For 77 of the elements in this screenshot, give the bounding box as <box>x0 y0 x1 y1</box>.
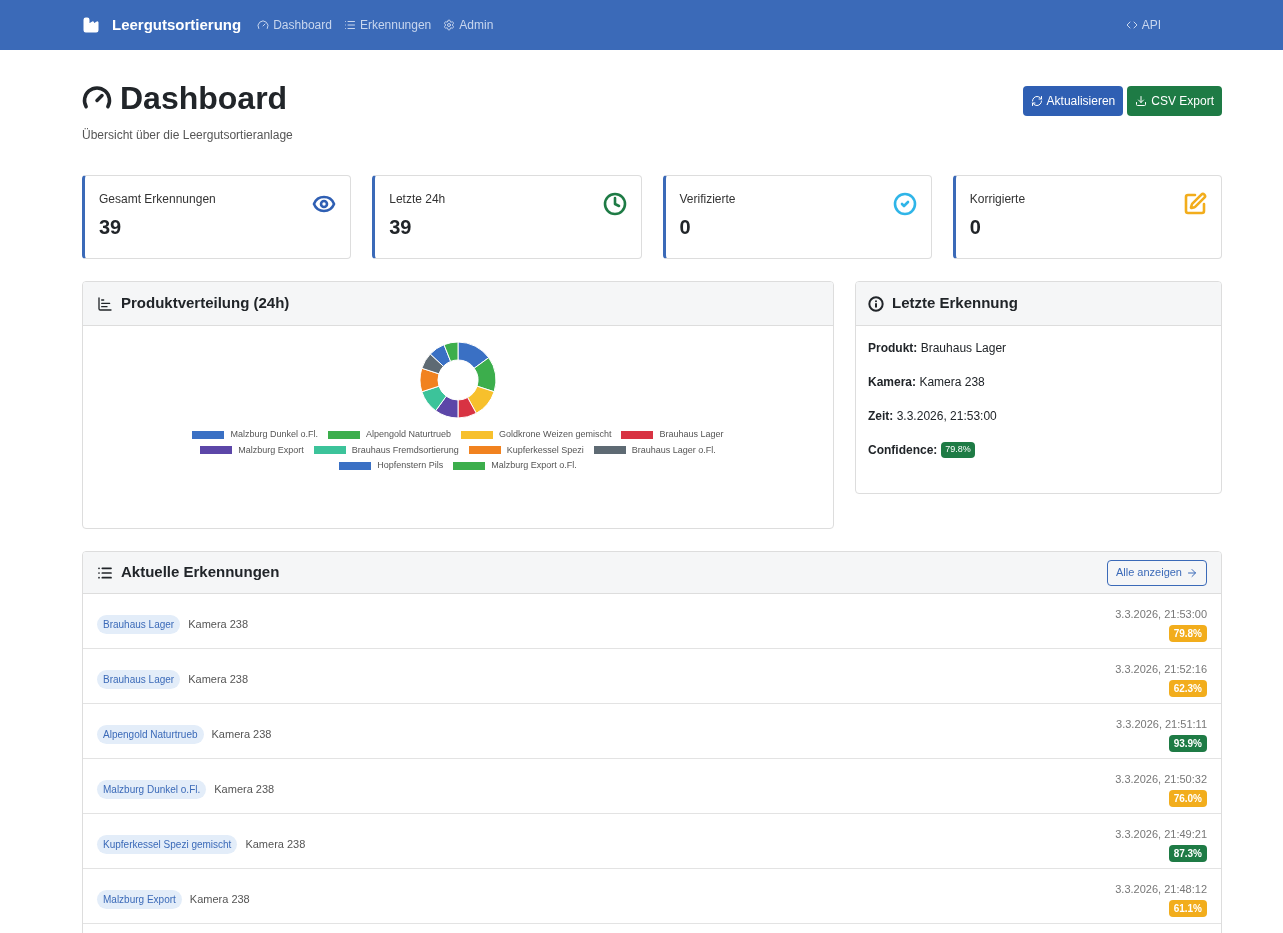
gear-icon <box>443 19 456 31</box>
stat-value: 39 <box>389 215 413 240</box>
timestamp: 3.3.2026, 21:49:21 <box>1115 827 1207 843</box>
detail-line: Kamera: Kamera 238 <box>868 374 986 391</box>
timestamp: 3.3.2026, 21:51:11 <box>1116 717 1207 733</box>
stat-label: Korrigierte <box>969 191 1026 208</box>
confidence-badge: 79.8% <box>941 442 975 458</box>
product-tag: Alpengold Naturtrueb <box>97 724 204 744</box>
legend-label: Malzburg Export <box>238 443 304 457</box>
detection-row[interactable]: Malzburg Export Kamera 238 3.3.2026, 21:48:12 61.1% <box>83 869 1221 924</box>
stat-label: Letzte 24h <box>389 191 446 208</box>
info-icon <box>868 295 884 312</box>
camera-text: Kamera 238 <box>188 671 249 687</box>
page-subtitle: Übersicht über die Leergutsortieranlage <box>82 127 293 144</box>
camera-text: Kamera 238 <box>189 891 250 907</box>
card-title: Aktuelle Erkennungen <box>121 562 280 583</box>
code-icon <box>1125 19 1138 31</box>
legend-label: Brauhaus Fremdsortierung <box>351 443 459 457</box>
legend-label: Brauhaus Lager o.Fl. <box>631 443 716 457</box>
nav-link[interactable]: Admin <box>443 16 494 34</box>
detection-row[interactable]: Kupferkessel Spezi gemischt Kamera 238 3.3.2026, 21:49:21 87.3% <box>83 814 1221 869</box>
nav-link[interactable]: Dashboard <box>257 16 332 34</box>
stat-label: Gesamt Erkennungen <box>99 191 216 208</box>
detection-row[interactable]: Brauhaus Lager Kamera 238 3.3.2026, 21:53:00 79.8% <box>83 594 1221 649</box>
timestamp: 3.3.2026, 21:48:12 <box>1115 882 1207 898</box>
detection-row[interactable]: Brauhaus Lager Kamera 238 3.3.2026, 21:52:16 62.3% <box>83 649 1221 704</box>
product-tag: Brauhaus Lager <box>97 669 181 689</box>
detection-row[interactable]: Alpengold Naturtrueb Kamera 238 3.3.2026, 21:51:11 93.9% <box>83 704 1221 759</box>
confidence-badge: 93.9% <box>1168 734 1207 752</box>
product-tag: Brauhaus Lager <box>97 614 181 634</box>
list-icon <box>97 564 113 581</box>
confidence-badge: 61.1% <box>1168 899 1207 917</box>
detail-line: Produkt: Brauhaus Lager <box>868 340 1008 357</box>
camera-text: Kamera 238 <box>211 726 272 742</box>
legend-label: Alpengold Naturtrueb <box>366 428 452 441</box>
header-button[interactable]: CSV Export <box>1127 86 1222 116</box>
product-tag: Malzburg Export <box>97 889 182 909</box>
legend-label: Hopfenstern Pils <box>377 459 444 472</box>
refresh-icon <box>1030 95 1043 107</box>
chart-icon <box>97 295 113 312</box>
camera-text: Kamera 238 <box>245 836 306 852</box>
legend-label: Goldkrone Weizen gemischt <box>499 428 612 441</box>
stat-value: 0 <box>679 215 692 240</box>
confidence-badge: 79.8% <box>1168 624 1207 642</box>
stat-value: 39 <box>99 215 123 240</box>
brand-link[interactable]: Leergutsortierung <box>112 13 242 37</box>
product-tag: Kupferkessel Spezi gemischt <box>97 834 238 854</box>
timestamp: 3.3.2026, 21:50:32 <box>1115 772 1207 788</box>
factory-icon <box>82 16 100 34</box>
detail-line: Zeit: 3.3.2026, 21:53:00 <box>868 408 998 425</box>
legend-label: Brauhaus Lager <box>659 428 724 441</box>
download-icon <box>1135 95 1148 107</box>
card-title: Produktverteilung (24h) <box>121 293 290 314</box>
legend-label: Kupferkessel Spezi <box>506 443 584 457</box>
list-icon <box>343 19 356 31</box>
detection-row[interactable]: Malzburg Dunkel o.Fl. Kamera 238 3.3.2026, 21:50:32 76.0% <box>83 759 1221 814</box>
confidence-badge: 62.3% <box>1168 679 1207 697</box>
timestamp: 3.3.2026, 21:52:16 <box>1115 662 1207 678</box>
stat-value: 0 <box>969 215 982 240</box>
confidence-badge: 87.3% <box>1168 844 1207 862</box>
card-title: Letzte Erkennung <box>892 293 1018 314</box>
api-link[interactable]: API <box>1125 16 1161 34</box>
product-tag: Malzburg Dunkel o.Fl. <box>97 779 207 799</box>
header-button[interactable]: Aktualisieren <box>1022 86 1124 116</box>
show-all-button[interactable]: Alle anzeigen <box>1106 559 1207 586</box>
nav-link[interactable]: Erkennungen <box>343 16 432 34</box>
page-title: Dashboard <box>120 79 288 118</box>
stat-label: Verifizierte <box>679 191 736 208</box>
confidence-label: Confidence: <box>868 442 938 459</box>
camera-text: Kamera 238 <box>188 616 249 632</box>
camera-text: Kamera 238 <box>214 781 275 797</box>
timestamp: 3.3.2026, 21:53:00 <box>1115 607 1207 623</box>
arrow-right-icon <box>1186 566 1198 579</box>
legend-label: Malzburg Export o.Fl. <box>491 459 577 472</box>
confidence-badge: 76.0% <box>1168 789 1207 807</box>
legend-label: Malzburg Dunkel o.Fl. <box>230 428 318 441</box>
gauge-icon <box>257 19 270 31</box>
